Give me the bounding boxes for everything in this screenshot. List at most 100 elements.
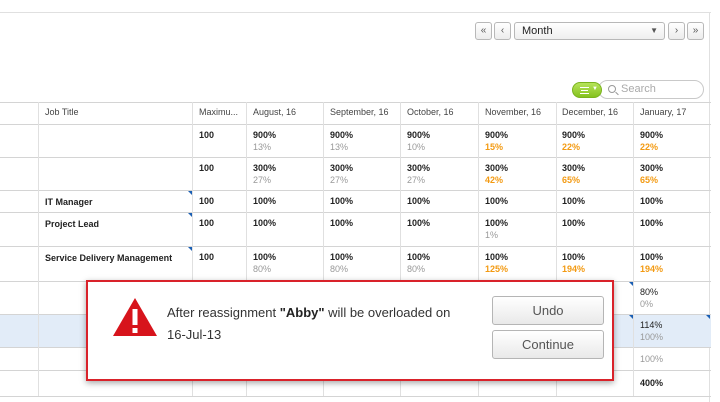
maximum-cell: 100 xyxy=(199,129,214,141)
edited-cell-marker xyxy=(188,247,192,251)
last-period-button[interactable]: » xyxy=(687,22,704,40)
cell-main: 100% xyxy=(330,196,354,206)
table-cell: 900% 13% xyxy=(253,129,276,153)
table-cell: 100% xyxy=(330,195,353,207)
search-placeholder: Search xyxy=(621,83,656,95)
message-suffix: will be overloaded on xyxy=(324,305,451,320)
cell-sub: 65% xyxy=(640,175,659,185)
cell-sub: 194% xyxy=(640,264,664,274)
continue-button[interactable]: Continue xyxy=(492,330,604,359)
column-header-month[interactable]: January, 17 xyxy=(640,107,686,117)
cell-sub: 125% xyxy=(485,264,509,274)
cell-sub: 80% xyxy=(330,264,349,274)
previous-period-button[interactable]: ‹ xyxy=(494,22,511,40)
panel-top-border xyxy=(0,12,711,13)
table-cell: 80% 0% xyxy=(640,286,658,310)
table-cell: 100% xyxy=(407,195,430,207)
table-cell: 100% xyxy=(253,217,276,229)
caret-down-icon: ▼ xyxy=(592,86,598,92)
cell-main: 100% xyxy=(485,218,509,228)
cell-sub: 80% xyxy=(253,264,272,274)
cell-main: 100 xyxy=(199,130,215,140)
maximum-cell: 100 xyxy=(199,217,214,229)
cell-main: 400% xyxy=(640,378,664,388)
table-cell: 114% 100% xyxy=(640,319,663,343)
table-cell: 900% 15% xyxy=(485,129,508,153)
cell-main: 900% xyxy=(253,130,277,140)
table-cell: 300% 27% xyxy=(330,162,353,186)
cell-sub: 100% xyxy=(640,354,664,364)
maximum-cell: 100 xyxy=(199,162,214,174)
cell-sub: 13% xyxy=(330,142,349,152)
table-cell: 100% xyxy=(640,353,663,365)
cell-sub: 27% xyxy=(407,175,426,185)
column-header-maximum[interactable]: Maximu... xyxy=(199,107,238,117)
cell-main: 100% xyxy=(562,218,586,228)
cell-main: 900% xyxy=(562,130,586,140)
period-select[interactable]: Month ▼ xyxy=(514,22,665,40)
table-cell: 100% xyxy=(253,195,276,207)
cell-sub: 10% xyxy=(407,142,426,152)
double-chevron-left-icon: « xyxy=(480,25,487,36)
table-cell: 300% 42% xyxy=(485,162,508,186)
cell-sub: 22% xyxy=(640,142,659,152)
cell-main: 100 xyxy=(199,218,215,228)
cell-main: 100% xyxy=(562,196,586,206)
row-divider xyxy=(0,212,711,213)
edited-cell-marker xyxy=(706,315,710,319)
edited-cell-marker xyxy=(188,213,192,217)
cell-main: 100% xyxy=(253,252,277,262)
cell-sub: 80% xyxy=(407,264,426,274)
cell-main: 100% xyxy=(562,252,586,262)
cell-main: 100 xyxy=(199,196,215,206)
chevron-left-icon: ‹ xyxy=(500,25,505,36)
row-divider xyxy=(0,190,711,191)
cell-main: 100% xyxy=(253,218,277,228)
table-cell: 900% 22% xyxy=(640,129,663,153)
cell-sub: 13% xyxy=(253,142,272,152)
search-input[interactable]: Search xyxy=(598,80,704,99)
edited-cell-marker xyxy=(188,191,192,195)
chevron-down-icon: ▼ xyxy=(650,26,658,35)
cell-main: 900% xyxy=(640,130,664,140)
table-cell: 300% 27% xyxy=(253,162,276,186)
column-header-month[interactable]: August, 16 xyxy=(253,107,296,117)
column-header-month[interactable]: October, 16 xyxy=(407,107,454,117)
table-cell: 900% 13% xyxy=(330,129,353,153)
column-header-month[interactable]: September, 16 xyxy=(330,107,389,117)
job-title-cell: IT Manager xyxy=(45,197,93,207)
table-cell: 300% 65% xyxy=(640,162,663,186)
next-period-button[interactable]: › xyxy=(668,22,685,40)
header-top-line xyxy=(0,102,711,103)
cell-sub: 1% xyxy=(485,230,499,240)
filter-button[interactable]: ▼ xyxy=(572,82,602,98)
undo-button[interactable]: Undo xyxy=(492,296,604,325)
table-cell: 100% xyxy=(330,217,353,229)
cell-sub: 27% xyxy=(330,175,349,185)
table-cell: 100% xyxy=(407,217,430,229)
cell-main: 900% xyxy=(407,130,431,140)
cell-sub: 22% xyxy=(562,142,581,152)
table-cell: 100% 80% xyxy=(407,251,430,275)
overload-warning-dialog: After reassignment "Abby" will be overlo… xyxy=(86,280,614,381)
cell-main: 900% xyxy=(330,130,354,140)
filter-icon xyxy=(580,87,589,94)
column-header-month[interactable]: November, 16 xyxy=(485,107,541,117)
table-cell: 100% 80% xyxy=(253,251,276,275)
column-header-month[interactable]: December, 16 xyxy=(562,107,618,117)
message-date: 16-Jul-13 xyxy=(167,327,222,342)
cell-main: 300% xyxy=(253,163,277,173)
table-cell: 100% xyxy=(562,195,585,207)
first-period-button[interactable]: « xyxy=(475,22,492,40)
cell-main: 300% xyxy=(562,163,586,173)
table-cell: 100% xyxy=(485,195,508,207)
header-bottom-line xyxy=(0,124,711,125)
cell-main: 300% xyxy=(485,163,509,173)
column-header-job-title[interactable]: Job Title xyxy=(45,107,79,117)
table-cell: 100% xyxy=(640,195,663,207)
cell-main: 300% xyxy=(407,163,431,173)
cell-main: 100% xyxy=(407,196,431,206)
cell-sub: 194% xyxy=(562,264,586,274)
resource-allocation-view: « ‹ Month ▼ › » Search ▼ Job Title Maxim… xyxy=(0,0,720,402)
cell-main: 114% xyxy=(640,320,663,330)
